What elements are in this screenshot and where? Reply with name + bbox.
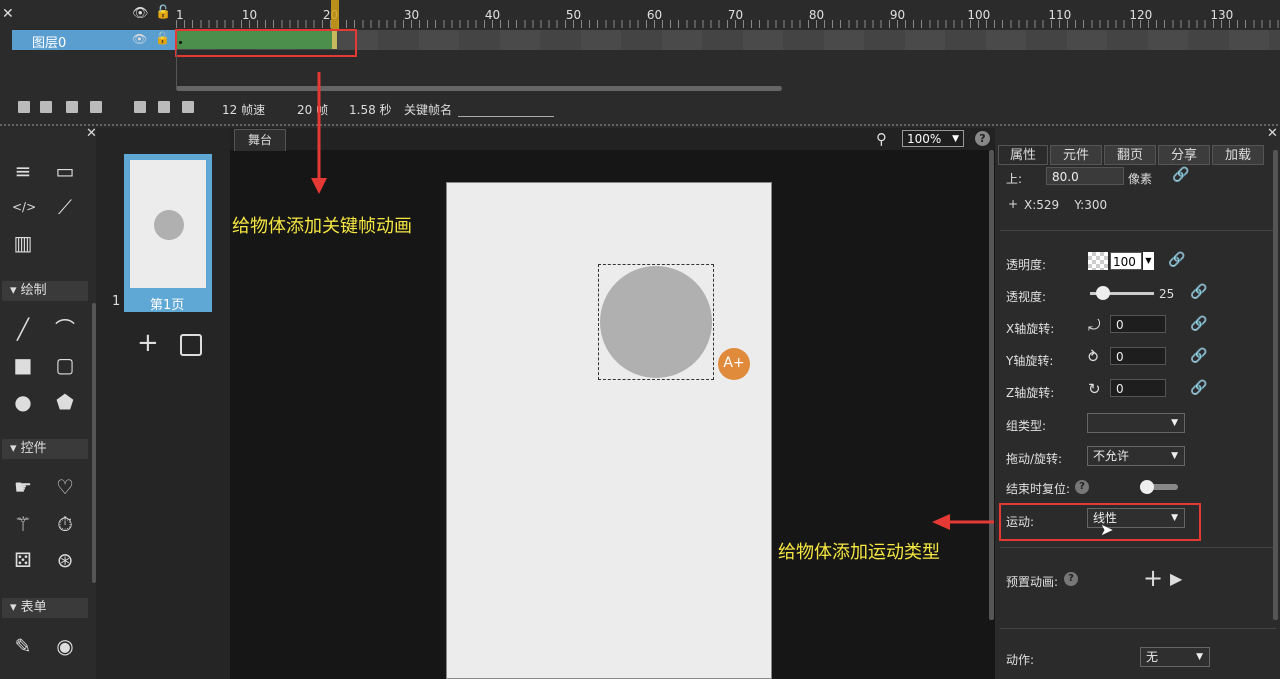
tab-properties[interactable]: 属性 — [998, 145, 1048, 165]
add-preset-icon[interactable]: + — [1143, 566, 1163, 590]
motion-highlight-box — [999, 503, 1201, 541]
drag-rotate-value: 不允许 — [1093, 449, 1130, 463]
help-icon[interactable]: ? — [1064, 572, 1078, 586]
perspective-slider-knob[interactable] — [1095, 286, 1110, 300]
chevron-down-icon: ▼ — [1171, 418, 1178, 428]
link-icon[interactable]: 🔗 — [1190, 348, 1207, 364]
action-label: 动作: — [1006, 653, 1035, 667]
yrot-input[interactable]: 0 — [1110, 347, 1166, 365]
drag-rotate-select[interactable]: 不允许 ▼ — [1087, 446, 1185, 466]
play-icon[interactable]: ▶ — [1170, 569, 1182, 588]
x-rotation-icon: ⤾ — [1088, 316, 1101, 334]
group-type-label: 组类型: — [1006, 419, 1047, 433]
xrot-input[interactable]: 0 — [1110, 315, 1166, 333]
drag-rotate-label: 拖动/旋转: — [1006, 452, 1063, 466]
divider — [1000, 628, 1276, 629]
opacity-input[interactable]: 100 — [1110, 252, 1142, 270]
reset-toggle-knob[interactable] — [1140, 480, 1154, 494]
chevron-down-icon: ▼ — [1171, 451, 1178, 461]
divider — [1000, 547, 1276, 548]
y-rotation-icon: ⥁ — [1088, 348, 1099, 366]
opacity-label: 透明度: — [1006, 258, 1047, 272]
crosshair-icon: + — [1008, 197, 1019, 211]
xrot-label: X轴旋转: — [1006, 322, 1055, 336]
tab-pageflip[interactable]: 翻页 — [1104, 145, 1156, 165]
annotation-motion: 给物体添加运动类型 — [778, 542, 940, 563]
chevron-down-icon[interactable]: ▼ — [1143, 252, 1154, 270]
close-icon[interactable]: ✕ — [1267, 126, 1278, 141]
tab-component[interactable]: 元件 — [1050, 145, 1102, 165]
zrot-label: Z轴旋转: — [1006, 386, 1055, 400]
z-rotation-icon: ↻ — [1088, 380, 1101, 398]
link-icon[interactable]: 🔗 — [1190, 316, 1207, 332]
link-icon[interactable]: 🔗 — [1190, 380, 1207, 396]
link-icon[interactable]: 🔗 — [1172, 167, 1189, 183]
perspective-value: 25 — [1159, 287, 1175, 301]
tab-share[interactable]: 分享 — [1158, 145, 1210, 165]
link-icon[interactable]: 🔗 — [1190, 284, 1207, 300]
help-icon[interactable]: ? — [1075, 480, 1089, 494]
action-select[interactable]: 无 ▼ — [1140, 647, 1210, 667]
transparency-swatch — [1088, 252, 1108, 270]
preset-anim-label: 预置动画: — [1006, 575, 1059, 589]
unit-label: 像素 — [1128, 172, 1153, 186]
perspective-label: 透视度: — [1006, 290, 1047, 304]
action-value: 无 — [1146, 650, 1159, 664]
chevron-down-icon: ▼ — [1196, 652, 1203, 662]
props-scrollbar[interactable] — [1273, 150, 1278, 620]
group-type-select[interactable]: ▼ — [1087, 413, 1185, 433]
top-input[interactable]: 80.0 — [1046, 167, 1124, 185]
yrot-label: Y轴旋转: — [1006, 354, 1054, 368]
tab-load[interactable]: 加载 — [1212, 145, 1264, 165]
top-label: 上: — [1006, 172, 1023, 186]
zrot-input[interactable]: 0 — [1110, 379, 1166, 397]
reset-label: 结束时复位: — [1006, 482, 1071, 496]
divider — [1000, 230, 1276, 231]
link-icon[interactable]: 🔗 — [1168, 252, 1185, 268]
coords-readout: X:529 Y:300 — [1024, 198, 1108, 212]
annotation-keyframe: 给物体添加关键帧动画 — [232, 216, 412, 237]
